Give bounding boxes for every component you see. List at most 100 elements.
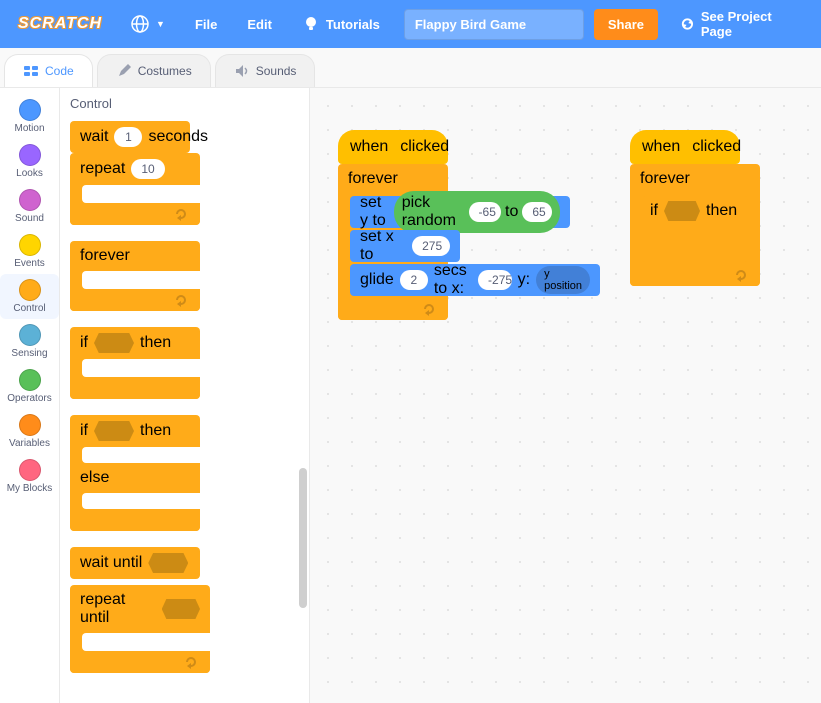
sound-color-icon [19, 189, 41, 211]
block-wait-until[interactable]: wait until [70, 547, 200, 579]
glide-label: glide [360, 271, 394, 289]
see-project-page-label: See Project Page [701, 9, 799, 39]
category-events[interactable]: Events [0, 229, 59, 274]
block-set-x[interactable]: set x to 275 [350, 230, 460, 262]
clicked-label: clicked [400, 138, 449, 156]
wait-label: wait [80, 128, 108, 146]
palette-category-title: Control [70, 96, 299, 111]
tab-sounds-label: Sounds [256, 64, 297, 78]
wait-seconds-input[interactable]: 1 [114, 127, 142, 147]
pick-random-label: pick random [402, 194, 465, 230]
block-repeat[interactable]: repeat10 [70, 153, 200, 225]
condition-slot[interactable] [148, 553, 188, 573]
category-operators[interactable]: Operators [0, 364, 59, 409]
random-to-input[interactable]: 65 [522, 202, 552, 222]
random-from-input[interactable]: -65 [469, 202, 502, 222]
category-looks-label: Looks [16, 168, 43, 179]
script-stack-1[interactable]: when clicked forever set y to pick rando… [338, 130, 448, 320]
if-label: if [80, 422, 88, 440]
category-sound-label: Sound [15, 213, 44, 224]
condition-slot[interactable] [664, 201, 700, 221]
when-label: when [350, 138, 388, 156]
globe-icon [130, 14, 150, 34]
block-when-flag-clicked[interactable]: when clicked [338, 130, 448, 164]
file-menu[interactable]: File [185, 0, 227, 48]
sensing-color-icon [19, 324, 41, 346]
then-label: then [140, 422, 171, 440]
set-y-label: set y to [360, 194, 388, 230]
see-project-page-button[interactable]: See Project Page [668, 1, 811, 47]
category-variables[interactable]: Variables [0, 409, 59, 454]
wait-until-label: wait until [80, 554, 142, 572]
edit-menu[interactable]: Edit [237, 0, 282, 48]
condition-slot[interactable] [94, 333, 134, 353]
forever-label: forever [348, 170, 398, 188]
editor-main: Motion Looks Sound Events Control Sensin… [0, 88, 821, 703]
scratch-logo[interactable]: SCRATCH [10, 15, 110, 33]
caret-down-icon: ▼ [156, 19, 165, 29]
condition-slot[interactable] [162, 599, 200, 619]
category-sound[interactable]: Sound [0, 184, 59, 229]
category-operators-label: Operators [7, 393, 51, 404]
block-if-else[interactable]: if then else [70, 415, 200, 531]
block-forever-ws[interactable]: forever set y to pick random -65 to 65 [338, 164, 448, 320]
code-icon [23, 63, 39, 79]
set-x-input[interactable]: 275 [412, 236, 450, 256]
editor-tabs: Code Costumes Sounds [0, 48, 821, 88]
to-label: to [505, 203, 518, 221]
block-set-y[interactable]: set y to pick random -65 to 65 [350, 196, 570, 228]
language-menu[interactable]: ▼ [120, 0, 175, 48]
brush-icon [116, 63, 132, 79]
category-control[interactable]: Control [0, 274, 59, 319]
block-categories: Motion Looks Sound Events Control Sensin… [0, 88, 60, 703]
category-sensing[interactable]: Sensing [0, 319, 59, 364]
block-pick-random[interactable]: pick random -65 to 65 [394, 191, 560, 233]
if-label: if [80, 334, 88, 352]
script-stack-2[interactable]: when clicked forever ifthen [630, 130, 760, 286]
tab-sounds[interactable]: Sounds [215, 54, 316, 87]
glide-secs-input[interactable]: 2 [400, 270, 428, 290]
tab-code-label: Code [45, 64, 74, 78]
tab-costumes-label: Costumes [138, 64, 192, 78]
loop-arrow-icon [174, 207, 190, 221]
loop-arrow-icon [174, 293, 190, 307]
category-looks[interactable]: Looks [0, 139, 59, 184]
category-myblocks[interactable]: My Blocks [0, 454, 59, 499]
block-when-flag-clicked[interactable]: when clicked [630, 130, 740, 164]
repeat-times-input[interactable]: 10 [131, 159, 164, 179]
loop-arrow-icon [184, 655, 200, 669]
glide-x-input[interactable]: -275 [478, 270, 512, 290]
y-position-reporter[interactable]: y position [536, 266, 590, 294]
else-label: else [80, 469, 109, 487]
operators-color-icon [19, 369, 41, 391]
sound-icon [234, 63, 250, 79]
clicked-label: clicked [692, 138, 741, 156]
when-label: when [642, 138, 680, 156]
block-if-then-ws[interactable]: ifthen [642, 196, 748, 262]
variables-color-icon [19, 414, 41, 436]
block-forever-ws-2[interactable]: forever ifthen [630, 164, 760, 286]
loop-arrow-icon [422, 302, 438, 316]
block-wait[interactable]: wait 1 seconds [70, 121, 190, 153]
condition-slot[interactable] [94, 421, 134, 441]
tutorials-button[interactable]: Tutorials [292, 0, 390, 48]
looks-color-icon [19, 144, 41, 166]
script-workspace[interactable]: when clicked forever set y to pick rando… [310, 88, 821, 703]
project-title-input[interactable] [404, 9, 584, 40]
block-repeat-until[interactable]: repeat until [70, 585, 210, 673]
category-motion-label: Motion [14, 123, 44, 134]
myblocks-color-icon [19, 459, 41, 481]
block-glide[interactable]: glide 2 secs to x: -275 y: y position [350, 264, 600, 296]
tab-code[interactable]: Code [4, 54, 93, 87]
lightbulb-icon [302, 15, 320, 33]
palette-scrollbar[interactable] [299, 468, 307, 608]
category-motion[interactable]: Motion [0, 94, 59, 139]
secs-to-x-label: secs to x: [434, 262, 472, 298]
share-button[interactable]: Share [594, 9, 658, 40]
then-label: then [706, 202, 737, 220]
block-if-then[interactable]: if then [70, 327, 200, 399]
tab-costumes[interactable]: Costumes [97, 54, 211, 87]
then-label: then [140, 334, 171, 352]
category-control-label: Control [13, 303, 45, 314]
block-forever[interactable]: forever [70, 241, 200, 311]
